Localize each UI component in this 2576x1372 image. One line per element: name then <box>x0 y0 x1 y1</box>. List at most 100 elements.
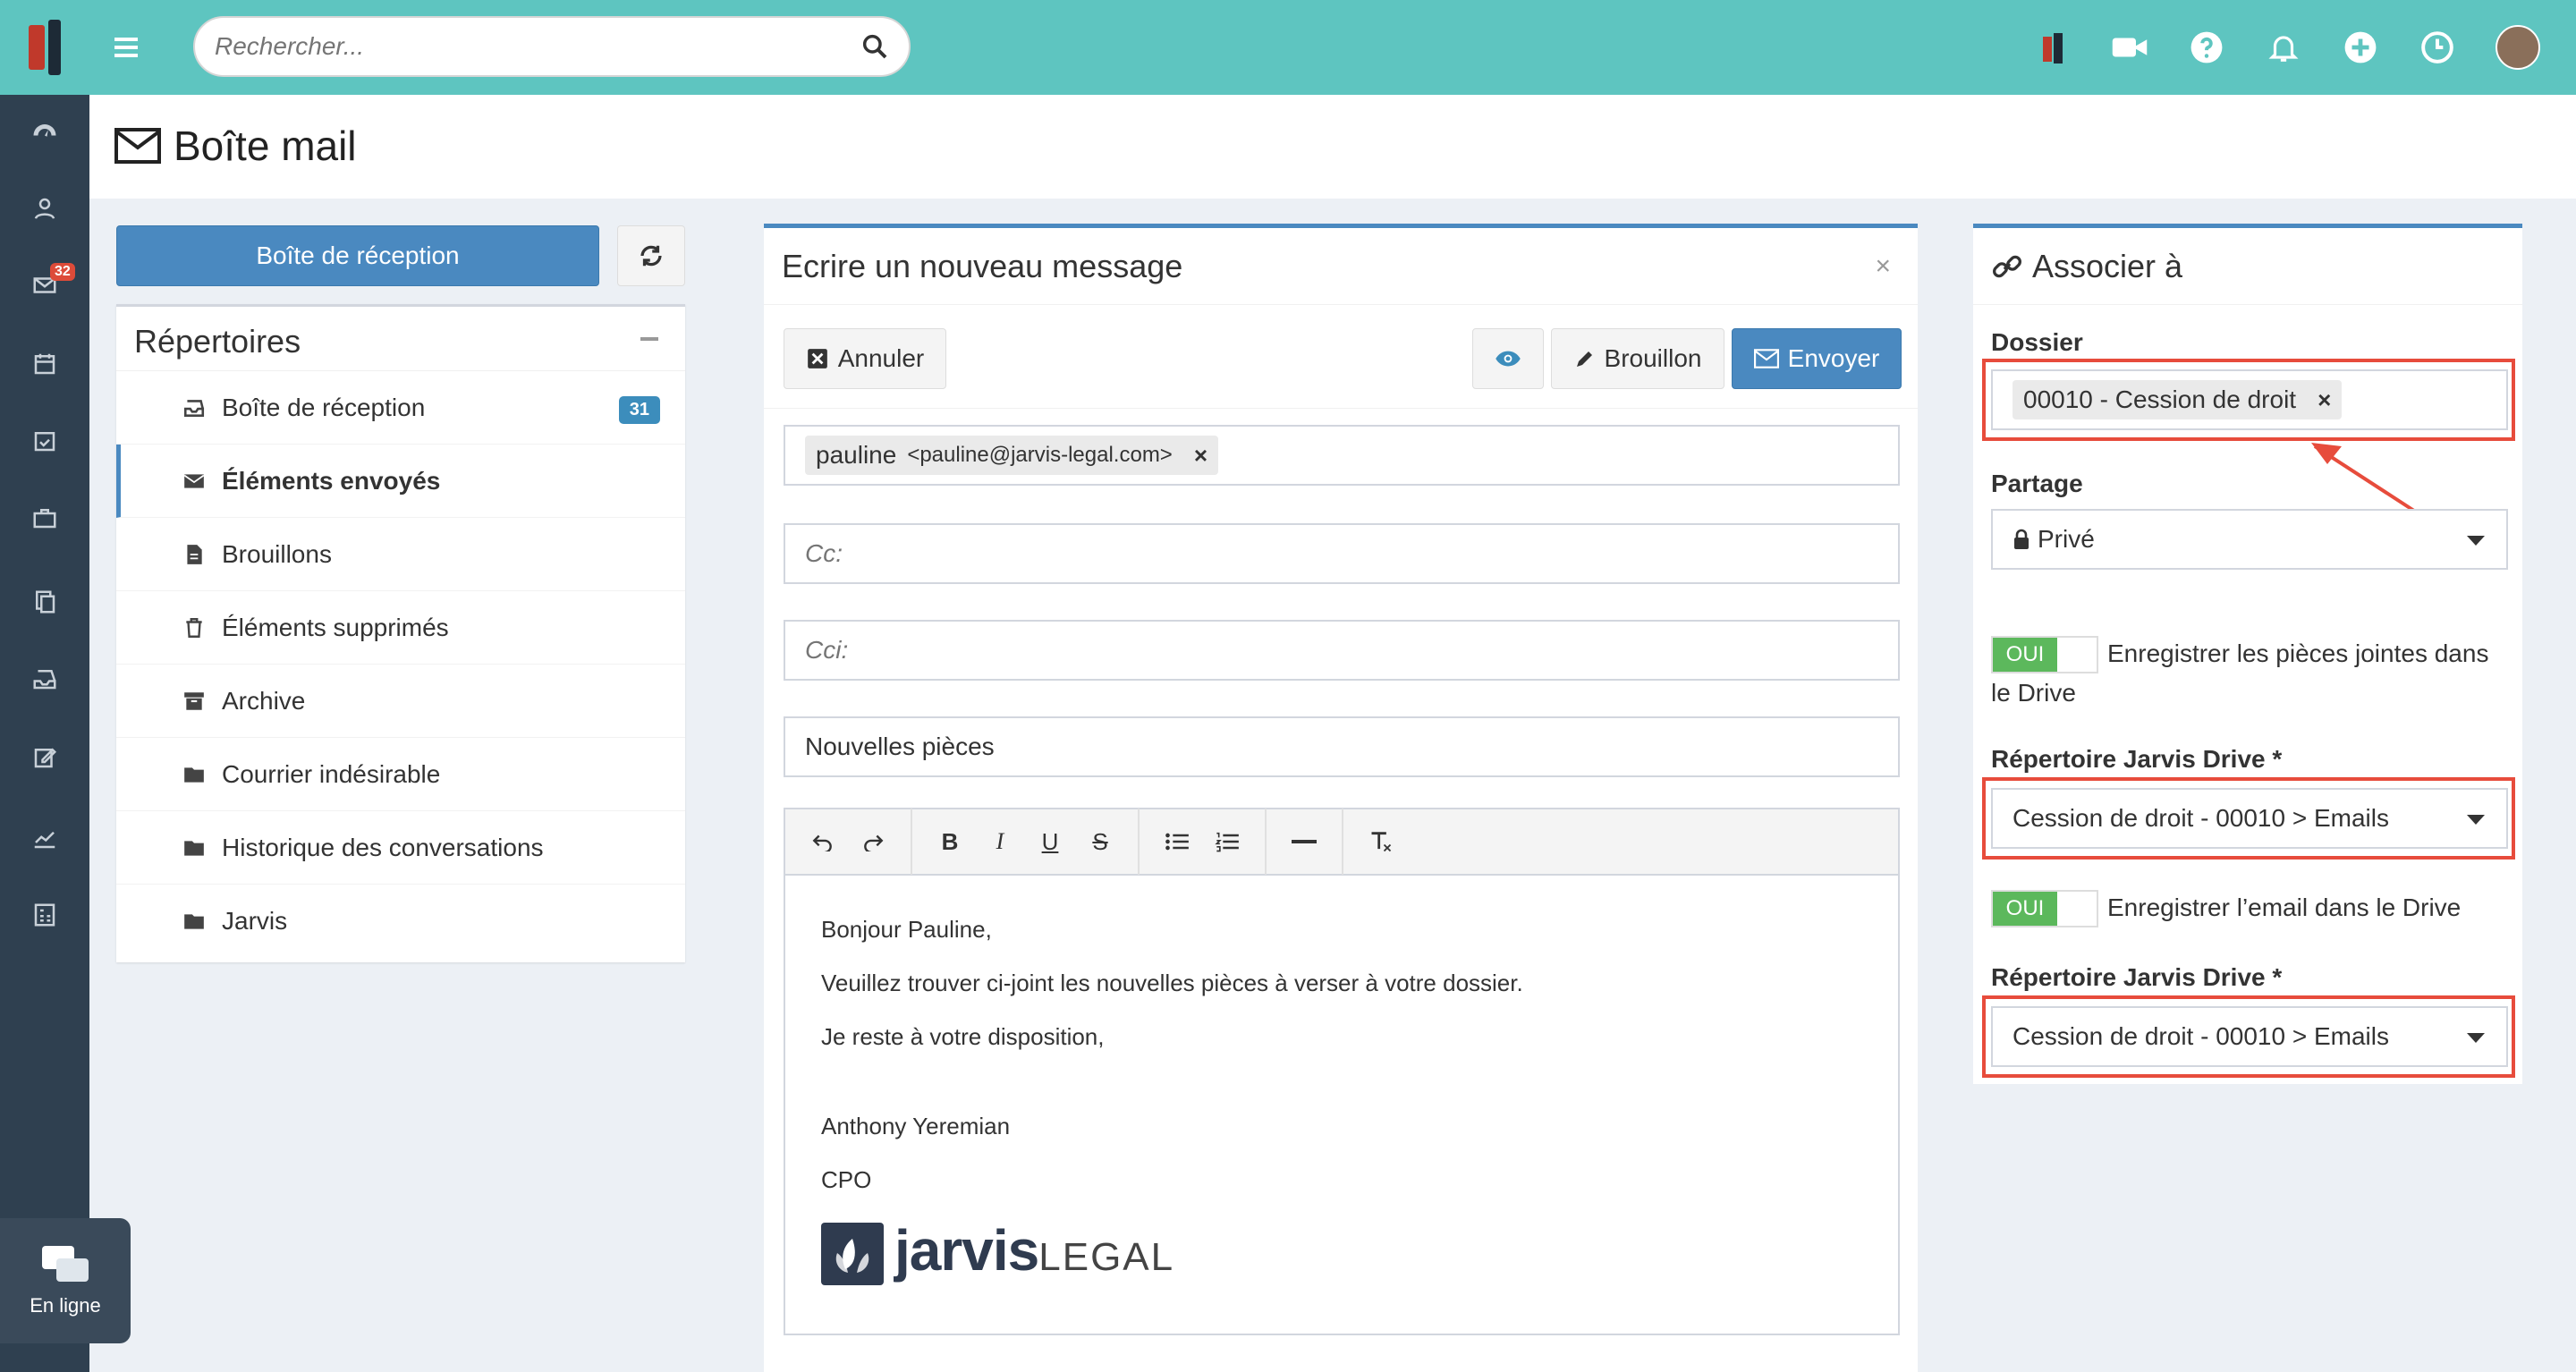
close-square-icon <box>807 349 827 368</box>
nav-cases[interactable] <box>0 479 89 556</box>
cancel-button[interactable]: Annuler <box>784 328 946 389</box>
drive1-value: Cession de droit - 00010 > Emails <box>2012 804 2389 832</box>
nav-contacts[interactable] <box>0 170 89 247</box>
remove-dossier-icon[interactable]: × <box>2318 386 2331 414</box>
refresh-icon <box>640 245 662 267</box>
remove-recipient-icon[interactable]: × <box>1194 442 1208 470</box>
bullet-list-icon[interactable] <box>1152 817 1202 867</box>
directories-title: Répertoires <box>134 323 301 360</box>
body-line: Veuillez trouver ci-joint les nouvelles … <box>821 970 1523 996</box>
associate-panel: Associer à Dossier 00010 - Cession de dr… <box>1973 224 2522 1084</box>
nav-notes[interactable] <box>0 719 89 796</box>
associate-title: Associer à <box>2032 247 2183 284</box>
calendar-check-icon <box>34 432 55 452</box>
underline-icon[interactable]: U <box>1025 817 1075 867</box>
chat-widget[interactable]: En ligne <box>0 1218 131 1343</box>
search-icon[interactable] <box>860 32 889 61</box>
inbox-button[interactable]: Boîte de réception <box>116 225 599 286</box>
redo-icon[interactable] <box>848 817 898 867</box>
lock-icon <box>2014 529 2029 549</box>
preview-button[interactable] <box>1472 328 1544 389</box>
dossier-select[interactable]: 00010 - Cession de droit × <box>1991 369 2508 430</box>
refresh-button[interactable] <box>617 225 685 286</box>
undo-icon[interactable] <box>798 817 848 867</box>
nav-documents[interactable] <box>0 563 89 640</box>
dashboard-icon <box>33 124 56 137</box>
dir-spam[interactable]: Courrier indésirable <box>116 738 685 811</box>
user-avatar[interactable] <box>2496 25 2540 70</box>
hamburger-menu-icon[interactable] <box>111 32 143 63</box>
signature-role: CPO <box>821 1166 872 1193</box>
dossier-label: Dossier <box>1991 328 2083 356</box>
drive2-select[interactable]: Cession de droit - 00010 > Emails <box>1991 1006 2508 1067</box>
jarvis-logo-mark <box>821 1223 884 1285</box>
plus-circle-icon[interactable] <box>2342 29 2379 66</box>
recipient-tag: pauline <pauline@jarvis-legal.com> × <box>805 436 1219 475</box>
nav-tasks[interactable] <box>0 402 89 479</box>
editor-toolbar: B I U S <box>785 809 1898 876</box>
horizontal-rule-icon[interactable] <box>1279 817 1329 867</box>
dir-label: Historique des conversations <box>222 833 544 861</box>
chevron-down-icon <box>2467 536 2485 546</box>
bold-icon[interactable]: B <box>925 817 975 867</box>
dir-drafts[interactable]: Brouillons <box>116 518 685 591</box>
nav-stats[interactable] <box>0 800 89 877</box>
toggle-on-label: OUI <box>1993 892 2057 926</box>
bcc-input[interactable] <box>805 636 1878 665</box>
dir-label: Jarvis <box>222 907 288 935</box>
drive1-select[interactable]: Cession de droit - 00010 > Emails <box>1991 788 2508 849</box>
pencil-icon <box>1576 351 1592 367</box>
compose-toolbar: Annuler Brouillon Envoyer <box>764 305 1918 409</box>
envelope-icon <box>1753 349 1779 368</box>
search-input[interactable] <box>215 32 860 61</box>
dir-deleted[interactable]: Éléments supprimés <box>116 591 685 665</box>
nav-calendar[interactable] <box>0 326 89 402</box>
chevron-down-icon <box>2467 1033 2485 1043</box>
bell-icon[interactable] <box>2265 29 2302 66</box>
to-field[interactable]: pauline <pauline@jarvis-legal.com> × <box>784 425 1900 486</box>
page-header: Boîte mail <box>89 95 2576 199</box>
app-logo[interactable] <box>0 0 89 95</box>
compose-header: Ecrire un nouveau message × <box>764 228 1918 305</box>
subject-value: Nouvelles pièces <box>805 733 995 760</box>
editor-body[interactable]: Bonjour Pauline, Veuillez trouver ci-joi… <box>785 876 1898 1312</box>
nav-billing[interactable] <box>0 640 89 717</box>
help-icon[interactable] <box>2188 29 2225 66</box>
partage-select[interactable]: Privé <box>1991 509 2508 570</box>
close-icon[interactable]: × <box>1875 251 1891 282</box>
body-line: Je reste à votre disposition, <box>821 1023 1105 1050</box>
dir-jarvis[interactable]: Jarvis <box>116 885 685 958</box>
collapse-minus-icon[interactable] <box>640 337 658 341</box>
nav-dashboard[interactable] <box>0 95 89 172</box>
subject-field[interactable]: Nouvelles pièces <box>784 716 1900 777</box>
file-text-icon <box>187 544 202 564</box>
dir-conversation-history[interactable]: Historique des conversations <box>116 811 685 885</box>
cc-input[interactable] <box>805 539 1878 568</box>
dir-sent[interactable]: Éléments envoyés <box>116 445 685 518</box>
message-editor: B I U S Bonjour Pauline, Veuillez trouve… <box>784 808 1900 1335</box>
directories-header: Répertoires <box>116 307 685 371</box>
bcc-field <box>784 620 1900 681</box>
jarvis-logo-icon[interactable] <box>2034 29 2072 66</box>
draft-button[interactable]: Brouillon <box>1551 328 1724 389</box>
logo-sub: LEGAL <box>1038 1235 1175 1279</box>
dir-inbox[interactable]: Boîte de réception 31 <box>116 371 685 445</box>
video-camera-icon[interactable] <box>2111 29 2148 66</box>
clear-formatting-icon[interactable] <box>1356 817 1406 867</box>
compose-title: Ecrire un nouveau message <box>782 248 1183 284</box>
send-button[interactable]: Envoyer <box>1732 328 1902 389</box>
search-bar <box>193 16 911 77</box>
recipient-email: <pauline@jarvis-legal.com> <box>907 443 1173 467</box>
inbox-icon <box>183 399 205 417</box>
chevron-down-icon <box>2467 815 2485 825</box>
nav-calculator[interactable] <box>0 877 89 953</box>
strikethrough-icon[interactable]: S <box>1075 817 1125 867</box>
email-toggle[interactable]: OUI <box>1991 890 2098 927</box>
recipient-name: pauline <box>816 441 897 469</box>
nav-mail[interactable]: 32 <box>0 247 89 324</box>
clock-icon[interactable] <box>2419 29 2456 66</box>
italic-icon[interactable]: I <box>975 817 1025 867</box>
dir-archive[interactable]: Archive <box>116 665 685 738</box>
chat-icon <box>42 1246 89 1282</box>
numbered-list-icon[interactable] <box>1202 817 1252 867</box>
